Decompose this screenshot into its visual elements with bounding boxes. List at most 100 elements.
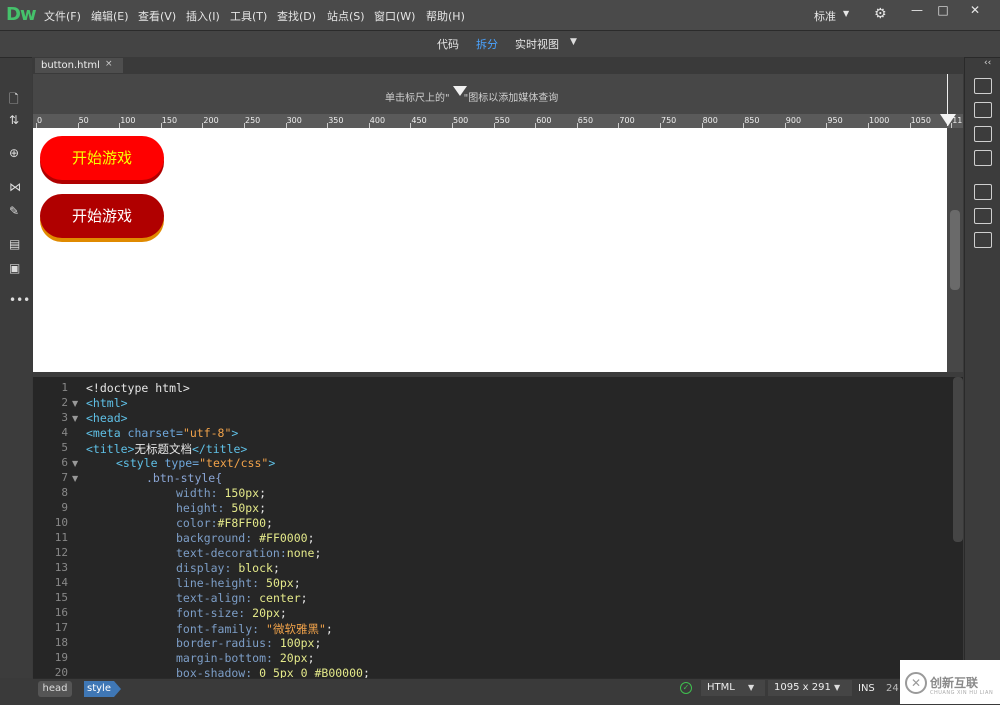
- code-line[interactable]: text-align: center;: [176, 591, 308, 605]
- live-view-scroll-thumb[interactable]: [950, 210, 960, 290]
- code-token: 150px: [224, 486, 260, 500]
- code-token: "text/css": [199, 456, 269, 470]
- code-line[interactable]: background: #FF0000;: [176, 531, 315, 545]
- code-line[interactable]: line-height: 50px;: [176, 576, 301, 590]
- code-line[interactable]: <title>无标题文档</title>: [86, 441, 247, 457]
- fold-toggle-icon[interactable]: ▼: [72, 414, 78, 423]
- code-line[interactable]: text-decoration:none;: [176, 546, 321, 560]
- menu-site[interactable]: 站点(S): [327, 8, 365, 24]
- chevron-down-icon[interactable]: ▼: [834, 683, 840, 692]
- ruler-marker-icon[interactable]: [940, 114, 956, 126]
- view-code-button[interactable]: 代码: [437, 36, 459, 52]
- code-line[interactable]: <html>: [86, 396, 128, 410]
- line-number: 5: [61, 441, 68, 454]
- ruler-tick-label: 350: [328, 116, 344, 125]
- view-split-button[interactable]: 拆分: [476, 36, 498, 52]
- line-number: 14: [54, 576, 68, 589]
- workspace-switcher[interactable]: 标准: [814, 8, 836, 24]
- ruler-tick-label: 50: [78, 116, 89, 125]
- live-view-canvas[interactable]: [33, 128, 947, 372]
- breadcrumb-head[interactable]: head: [38, 681, 72, 697]
- line-number: 16: [54, 606, 68, 619]
- maximize-button[interactable]: □: [931, 3, 955, 23]
- menu-file[interactable]: 文件(F): [44, 8, 81, 24]
- line-number: 19: [54, 651, 68, 664]
- breadcrumb-arrow: [114, 681, 121, 697]
- assets-icon[interactable]: [974, 102, 992, 118]
- chevron-down-icon[interactable]: ▼: [843, 9, 849, 18]
- css-designer-icon[interactable]: [974, 150, 992, 166]
- line-number: 2: [61, 396, 68, 409]
- code-line[interactable]: margin-bottom: 20px;: [176, 651, 315, 665]
- line-number: 1: [61, 381, 68, 394]
- code-line[interactable]: height: 50px;: [176, 501, 266, 515]
- code-token: line-height:: [176, 576, 267, 590]
- chevron-down-icon[interactable]: ▼: [570, 37, 577, 47]
- code-editor[interactable]: [33, 377, 963, 678]
- chevron-down-icon[interactable]: ▼: [748, 683, 754, 692]
- menu-find[interactable]: 查找(D): [277, 8, 316, 24]
- code-token: <!doctype html>: [86, 381, 190, 395]
- menu-insert[interactable]: 插入(I): [186, 8, 220, 24]
- dom-icon[interactable]: [974, 184, 992, 200]
- code-line[interactable]: <style type="text/css">: [116, 456, 275, 470]
- code-token: <meta: [86, 426, 128, 440]
- code-line[interactable]: color:#F8FF00;: [176, 516, 273, 530]
- fold-toggle-icon[interactable]: ▼: [72, 399, 78, 408]
- code-line[interactable]: display: block;: [176, 561, 280, 575]
- code-line[interactable]: .btn-style{: [146, 471, 222, 485]
- image-icon[interactable]: ▣: [9, 261, 20, 275]
- menu-tools[interactable]: 工具(T): [230, 8, 267, 24]
- dreamweaver-logo: Dw: [6, 4, 37, 25]
- gear-icon[interactable]: ⚙: [874, 6, 887, 22]
- fold-toggle-icon[interactable]: ▼: [72, 474, 78, 483]
- code-token: 50px: [266, 576, 294, 590]
- cursor-position: 24: [886, 683, 899, 694]
- menu-window[interactable]: 窗口(W): [374, 8, 415, 24]
- menu-help[interactable]: 帮助(H): [426, 8, 465, 24]
- code-token: "微软雅黑": [266, 622, 326, 636]
- code-scrollbar[interactable]: [953, 377, 963, 542]
- line-number: 17: [54, 621, 68, 634]
- view-live-button[interactable]: 实时视图: [515, 36, 559, 52]
- code-token: background:: [176, 531, 260, 545]
- collapse-icon[interactable]: ‹‹: [984, 58, 991, 68]
- breadcrumb-style[interactable]: style: [84, 681, 114, 697]
- code-token: block: [238, 561, 273, 575]
- close-button[interactable]: ✕: [963, 3, 987, 23]
- code-line[interactable]: <head>: [86, 411, 128, 425]
- code-line[interactable]: <!doctype html>: [86, 381, 190, 395]
- close-tab-icon[interactable]: ×: [105, 59, 113, 69]
- more-icon[interactable]: •••: [9, 293, 30, 307]
- line-number: 9: [61, 501, 68, 514]
- code-line[interactable]: font-size: 20px;: [176, 606, 287, 620]
- file-icon[interactable]: 🗋: [9, 90, 19, 111]
- ruler-tick-label: 300: [286, 116, 302, 125]
- snippets-icon[interactable]: [974, 232, 992, 248]
- target-icon[interactable]: ⊕: [9, 146, 19, 160]
- code-token: ;: [279, 606, 287, 620]
- sort-icon[interactable]: ⇅: [9, 113, 19, 127]
- toolbox-icon[interactable]: [974, 208, 992, 224]
- menu-edit[interactable]: 编辑(E): [91, 8, 129, 24]
- document-type-select[interactable]: HTML: [701, 680, 765, 696]
- ruler-tick-label: 500: [453, 116, 469, 125]
- ruler[interactable]: 0 50 100 150 200 250 300 350 400 450 500 550 600 650 7…: [33, 114, 963, 129]
- insert-panel-icon[interactable]: [974, 126, 992, 142]
- menu-view[interactable]: 查看(V): [138, 8, 176, 24]
- fold-toggle-icon[interactable]: ▼: [72, 459, 78, 468]
- insert-mode-indicator[interactable]: INS: [858, 683, 875, 694]
- start-game-button[interactable]: 开始游戏: [40, 136, 164, 180]
- comment-icon[interactable]: ▤: [9, 237, 20, 251]
- code-line[interactable]: <meta charset="utf-8">: [86, 426, 238, 440]
- ruler-tick-label: 200: [203, 116, 219, 125]
- tag-icon[interactable]: ⋈: [9, 180, 21, 194]
- code-line[interactable]: font-family: "微软雅黑";: [176, 621, 333, 637]
- ruler-tick-label: 450: [411, 116, 427, 125]
- minimize-button[interactable]: —: [905, 3, 929, 23]
- code-line[interactable]: border-radius: 100px;: [176, 636, 321, 650]
- start-game-button-hover[interactable]: 开始游戏: [40, 194, 164, 238]
- code-line[interactable]: width: 150px;: [176, 486, 266, 500]
- brush-icon[interactable]: ✎: [9, 204, 19, 218]
- sitemap-icon[interactable]: [974, 78, 992, 94]
